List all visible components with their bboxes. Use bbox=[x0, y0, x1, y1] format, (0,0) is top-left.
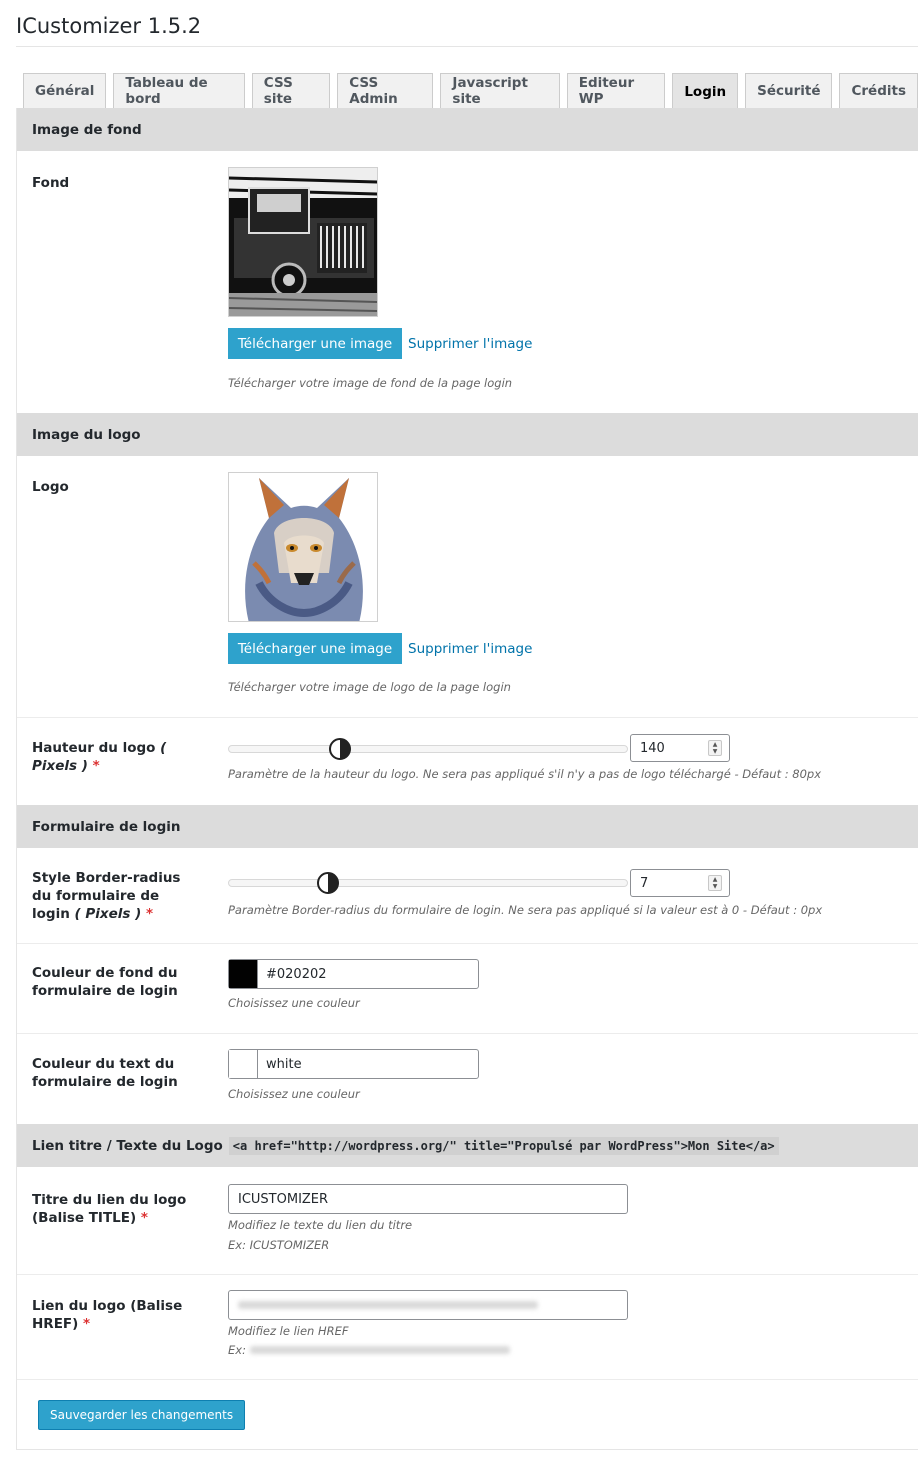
title-divider bbox=[16, 46, 918, 47]
border-radius-slider-handle[interactable] bbox=[317, 872, 339, 894]
logo-height-input[interactable]: 140 ▲ ▼ bbox=[630, 734, 730, 762]
border-radius-slider[interactable] bbox=[228, 879, 628, 887]
remove-background-link[interactable]: Supprimer l'image bbox=[408, 336, 532, 352]
border-radius-description: Paramètre Border-radius du formulaire de… bbox=[228, 903, 823, 917]
tab-tableau-de-bord[interactable]: Tableau de bord bbox=[113, 73, 245, 108]
spinner-arrows-icon[interactable]: ▲ ▼ bbox=[708, 740, 722, 756]
logo-height-label: Hauteur du logo ( Pixels ) * bbox=[32, 739, 197, 775]
logo-href-example: Ex: bbox=[228, 1342, 510, 1358]
form-text-color-description: Choisissez une couleur bbox=[228, 1087, 360, 1101]
form-bg-color-description: Choisissez une couleur bbox=[228, 996, 360, 1010]
logo-preview-image bbox=[228, 472, 378, 622]
logo-height-description: Paramètre de la hauteur du logo. Ne sera… bbox=[228, 767, 821, 781]
tab-css-site[interactable]: CSS site bbox=[251, 73, 331, 108]
logo-href-input[interactable] bbox=[228, 1290, 628, 1320]
section-title: Image de fond bbox=[32, 121, 142, 138]
tab-editeur-wp[interactable]: Editeur WP bbox=[566, 73, 666, 108]
border-radius-value: 7 bbox=[640, 875, 649, 891]
border-radius-unit: ( Pixels ) bbox=[74, 906, 142, 922]
row-divider bbox=[17, 717, 918, 718]
logo-href-description: Modifiez le lien HREF bbox=[228, 1324, 349, 1338]
remove-logo-link[interactable]: Supprimer l'image bbox=[408, 641, 532, 657]
section-title: Formulaire de login bbox=[32, 818, 181, 835]
form-bg-color-swatch[interactable] bbox=[229, 960, 258, 988]
upload-background-button[interactable]: Télécharger une image bbox=[228, 328, 402, 359]
form-text-color-value[interactable]: white bbox=[258, 1050, 478, 1078]
logo-title-label-text: Titre du lien du logo (Balise TITLE) bbox=[32, 1192, 187, 1226]
section-title: Image du logo bbox=[32, 426, 141, 443]
form-bg-color-picker[interactable]: #020202 bbox=[228, 959, 479, 989]
form-text-color-picker[interactable]: white bbox=[228, 1049, 479, 1079]
section-header-background: Image de fond bbox=[17, 108, 918, 151]
logo-title-input[interactable]: ICUSTOMIZER bbox=[228, 1184, 628, 1214]
redacted-url bbox=[249, 1346, 510, 1354]
form-bg-color-label: Couleur de fond du formulaire de login bbox=[32, 965, 178, 999]
form-text-color-swatch[interactable] bbox=[229, 1050, 258, 1078]
spinner-arrows-icon[interactable]: ▲ ▼ bbox=[708, 875, 722, 891]
background-preview-image bbox=[228, 167, 378, 317]
row-divider bbox=[17, 1274, 918, 1275]
required-marker: * bbox=[92, 758, 100, 774]
logo-href-example-prefix: Ex: bbox=[228, 1343, 246, 1357]
tab-bar: Général Tableau de bord CSS site CSS Adm… bbox=[23, 73, 918, 109]
section-header-login-form: Formulaire de login bbox=[17, 805, 918, 848]
form-text-color-label: Couleur du text du formulaire de login bbox=[32, 1056, 178, 1090]
redacted-url bbox=[238, 1301, 538, 1309]
page-title: ICustomizer 1.5.2 bbox=[16, 14, 202, 38]
logo-title-description: Modifiez le texte du lien du titre bbox=[228, 1218, 413, 1232]
tab-css-admin[interactable]: CSS Admin bbox=[337, 73, 434, 108]
save-changes-button[interactable]: Sauvegarder les changements bbox=[38, 1400, 246, 1430]
required-marker: * bbox=[83, 1316, 91, 1332]
logo-link-code-sample: <a href="http://wordpress.org/" title="P… bbox=[228, 1136, 779, 1155]
background-label: Fond bbox=[32, 175, 70, 191]
required-marker: * bbox=[146, 906, 154, 922]
logo-href-label: Lien du logo (Balise HREF) * bbox=[32, 1297, 197, 1333]
logo-height-slider[interactable] bbox=[228, 745, 628, 753]
logo-height-label-text: Hauteur du logo bbox=[32, 740, 161, 756]
section-header-logo: Image du logo bbox=[17, 413, 918, 456]
logo-label: Logo bbox=[32, 479, 69, 495]
tab-login[interactable]: Login bbox=[672, 73, 739, 109]
logo-href-label-text: Lien du logo (Balise HREF) bbox=[32, 1298, 183, 1332]
settings-panel: Image de fond Fond Télécharger une image… bbox=[16, 108, 918, 1450]
required-marker: * bbox=[140, 1210, 148, 1226]
logo-title-input-value: ICUSTOMIZER bbox=[238, 1191, 329, 1207]
row-divider bbox=[17, 1033, 918, 1034]
logo-title-label: Titre du lien du logo (Balise TITLE) * bbox=[32, 1191, 197, 1227]
border-radius-label: Style Border-radius du formulaire de log… bbox=[32, 869, 197, 923]
background-description: Télécharger votre image de fond de la pa… bbox=[228, 376, 513, 390]
logo-title-example: Ex: ICUSTOMIZER bbox=[228, 1238, 330, 1252]
border-radius-input[interactable]: 7 ▲ ▼ bbox=[630, 869, 730, 897]
logo-description: Télécharger votre image de logo de la pa… bbox=[228, 680, 511, 694]
tab-credits[interactable]: Crédits bbox=[839, 73, 918, 108]
form-bg-color-value[interactable]: #020202 bbox=[258, 960, 478, 988]
tab-general[interactable]: Général bbox=[23, 73, 107, 108]
section-title: Lien titre / Texte du Logo bbox=[32, 1137, 223, 1154]
tab-securite[interactable]: Sécurité bbox=[745, 73, 833, 108]
row-divider bbox=[17, 943, 918, 944]
upload-logo-button[interactable]: Télécharger une image bbox=[228, 633, 402, 664]
logo-height-value: 140 bbox=[640, 740, 665, 756]
section-header-logo-link: Lien titre / Texte du Logo <a href="http… bbox=[17, 1124, 918, 1167]
tab-javascript-site[interactable]: Javascript site bbox=[440, 73, 560, 108]
row-divider bbox=[17, 1379, 918, 1380]
logo-height-slider-handle[interactable] bbox=[329, 738, 351, 760]
